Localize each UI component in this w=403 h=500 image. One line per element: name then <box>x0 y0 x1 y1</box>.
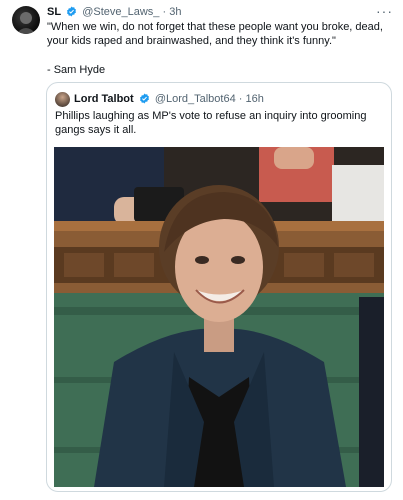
quoted-author-avatar[interactable] <box>55 92 70 107</box>
more-options-icon[interactable]: ··· <box>376 3 393 19</box>
tweet-signature: - Sam Hyde <box>47 64 106 76</box>
quoted-tweet-text: Phillips laughing as MP's vote to refuse… <box>55 110 367 136</box>
author-handle[interactable]: @Steve_Laws_ <box>82 6 159 18</box>
verified-badge-icon <box>139 93 150 108</box>
verified-badge-icon <box>66 6 77 21</box>
author-name[interactable]: SL <box>47 6 61 18</box>
post-time[interactable]: 3h <box>169 6 181 18</box>
tweet-text: "When we win, do not forget that these p… <box>47 21 383 47</box>
separator: · <box>238 93 243 105</box>
quoted-tweet-header: Lord Talbot @Lord_Talbot64 · 16h <box>74 92 264 108</box>
author-avatar[interactable] <box>12 6 40 34</box>
tweet-card: SL @Steve_Laws_ · 3h ··· "When we win, d… <box>0 0 403 500</box>
quoted-tweet-image[interactable] <box>54 147 384 487</box>
tweet-header: SL @Steve_Laws_ · 3h <box>47 5 181 21</box>
quoted-author-name[interactable]: Lord Talbot <box>74 93 134 105</box>
quoted-tweet[interactable]: Lord Talbot @Lord_Talbot64 · 16h Phillip… <box>46 82 392 492</box>
separator: · <box>162 6 167 18</box>
quoted-post-time[interactable]: 16h <box>246 93 264 105</box>
quoted-author-handle[interactable]: @Lord_Talbot64 <box>155 93 236 105</box>
